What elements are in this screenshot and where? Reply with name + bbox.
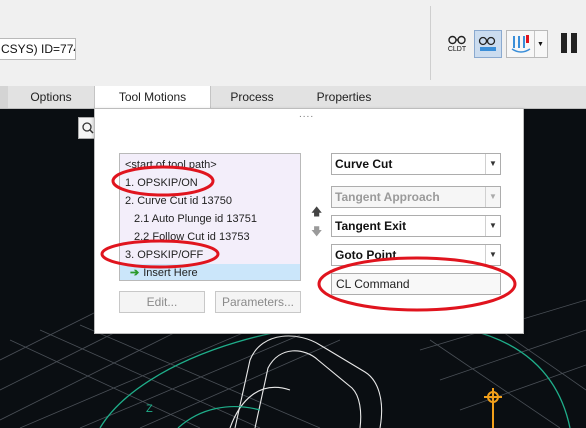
magnifier-icon (82, 122, 94, 134)
list-item-start[interactable]: <start of tool path> (125, 156, 217, 174)
edit-button[interactable]: Edit... (119, 291, 205, 313)
exit-dropdown[interactable]: Tangent Exit ▼ (331, 215, 501, 237)
tab-process[interactable]: Process (211, 86, 293, 108)
list-item-opskip-on[interactable]: 1. OPSKIP/ON (125, 174, 198, 192)
tab-bar-edge (0, 86, 8, 108)
list-item-follow-cut[interactable]: 2.2 Follow Cut id 13753 (134, 228, 250, 246)
chevron-down-icon: ▼ (485, 154, 500, 174)
search-tool-button[interactable] (78, 117, 94, 139)
green-arrow-icon: ➔ (130, 267, 140, 279)
chevron-down-icon: ▼ (485, 187, 500, 207)
motion-type-value: Curve Cut (335, 157, 393, 171)
approach-dropdown[interactable]: Tangent Approach ▼ (331, 186, 501, 208)
insert-here-label: Insert Here (143, 267, 198, 279)
goto-point-dropdown[interactable]: Goto Point ▼ (331, 244, 501, 266)
list-item-opskip-off[interactable]: 3. OPSKIP/OFF (125, 246, 203, 264)
chevron-down-icon: ▼ (485, 245, 500, 265)
tab-options[interactable]: Options (8, 86, 94, 108)
glasses-icon (448, 35, 466, 44)
list-item-auto-plunge[interactable]: 2.1 Auto Plunge id 13751 (134, 210, 257, 228)
chevron-down-icon: ▼ (485, 216, 500, 236)
tab-tool-motions[interactable]: Tool Motions (94, 86, 211, 109)
goto-point-value: Goto Point (335, 248, 397, 262)
tab-properties[interactable]: Properties (293, 86, 395, 108)
cl-command-field[interactable]: CL Command (331, 273, 501, 295)
ribbon-toolbar: CSYS) ID=7741 CLDT ▼ (0, 0, 586, 87)
list-item-curve-cut[interactable]: 2. Curve Cut id 13750 (125, 192, 232, 210)
motion-type-dropdown[interactable]: Curve Cut ▼ (331, 153, 501, 175)
svg-text:Z: Z (146, 403, 153, 415)
tool-motion-list[interactable]: <start of tool path> 1. OPSKIP/ON 2. Cur… (119, 153, 301, 281)
display-options-split-button[interactable]: ▼ (506, 30, 548, 58)
approach-value: Tangent Approach (335, 190, 440, 204)
pause-icon[interactable] (561, 33, 581, 56)
glasses-ruler-icon (478, 36, 496, 51)
tool-motions-panel: .... <start of tool path> 1. OPSKIP/ON 2… (94, 108, 524, 334)
cldt-label: CLDT (447, 45, 467, 53)
id-input-field[interactable]: CSYS) ID=7741 (0, 38, 76, 60)
parameters-button[interactable]: Parameters... (215, 291, 301, 313)
toolbar-separator (430, 6, 431, 80)
move-down-icon[interactable]: 🡇 (311, 223, 322, 242)
toolpath-display-toggle[interactable] (474, 30, 502, 58)
list-item-insert-here[interactable]: ➔ Insert Here (120, 264, 300, 280)
exit-value: Tangent Exit (335, 219, 407, 233)
chart-bars-icon (511, 35, 531, 53)
tab-bar: Options Tool Motions Process Properties (0, 86, 586, 109)
move-up-icon[interactable]: 🡅 (311, 203, 322, 222)
panel-grip[interactable]: .... (299, 109, 314, 120)
chevron-down-icon[interactable]: ▼ (534, 31, 546, 57)
cldt-button[interactable]: CLDT (442, 30, 472, 58)
